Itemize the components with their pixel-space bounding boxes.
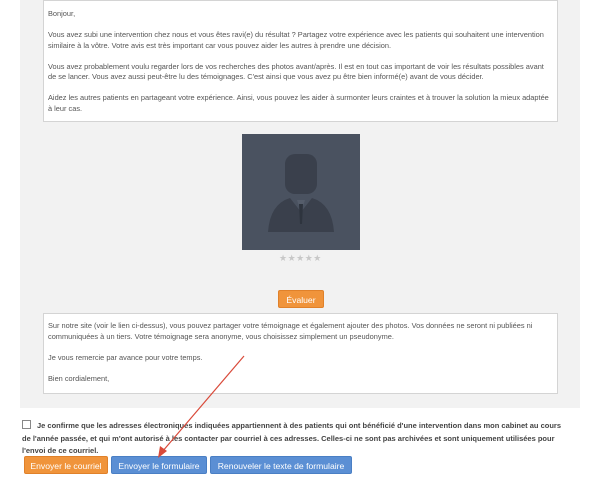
- message-paragraph: Je vous remercie par avance pour votre t…: [48, 352, 203, 362]
- message-paragraph: Bien cordialement,: [48, 373, 110, 383]
- evaluate-button[interactable]: Évaluer: [278, 290, 324, 308]
- message-paragraph: Bonjour,: [48, 9, 76, 18]
- rating-stars[interactable]: ★★★★★: [279, 253, 322, 263]
- confirm-label: Je confirme que les adresses électroniqu…: [22, 421, 561, 455]
- confirm-row: Je confirme que les adresses électroniqu…: [22, 420, 562, 458]
- message-top-textarea[interactable]: Bonjour, Vous avez subi une intervention…: [43, 0, 558, 122]
- message-paragraph: Vous avez probablement voulu regarder lo…: [48, 61, 544, 82]
- send-mail-button[interactable]: Envoyer le courriel: [24, 456, 108, 474]
- confirm-checkbox[interactable]: [22, 420, 31, 429]
- send-form-button[interactable]: Envoyer le formulaire: [111, 456, 207, 474]
- person-silhouette-icon: [268, 154, 334, 232]
- message-paragraph: Aidez les autres patients en partageant …: [48, 93, 549, 114]
- message-paragraph: Sur notre site (voir le lien ci-dessus),…: [48, 321, 533, 341]
- message-paragraph: Vous avez subi une intervention chez nou…: [48, 30, 544, 50]
- avatar-placeholder: [242, 134, 360, 250]
- renew-text-button[interactable]: Renouveler le texte de formulaire: [210, 456, 352, 474]
- message-bottom-textarea[interactable]: Sur notre site (voir le lien ci-dessus),…: [43, 313, 558, 394]
